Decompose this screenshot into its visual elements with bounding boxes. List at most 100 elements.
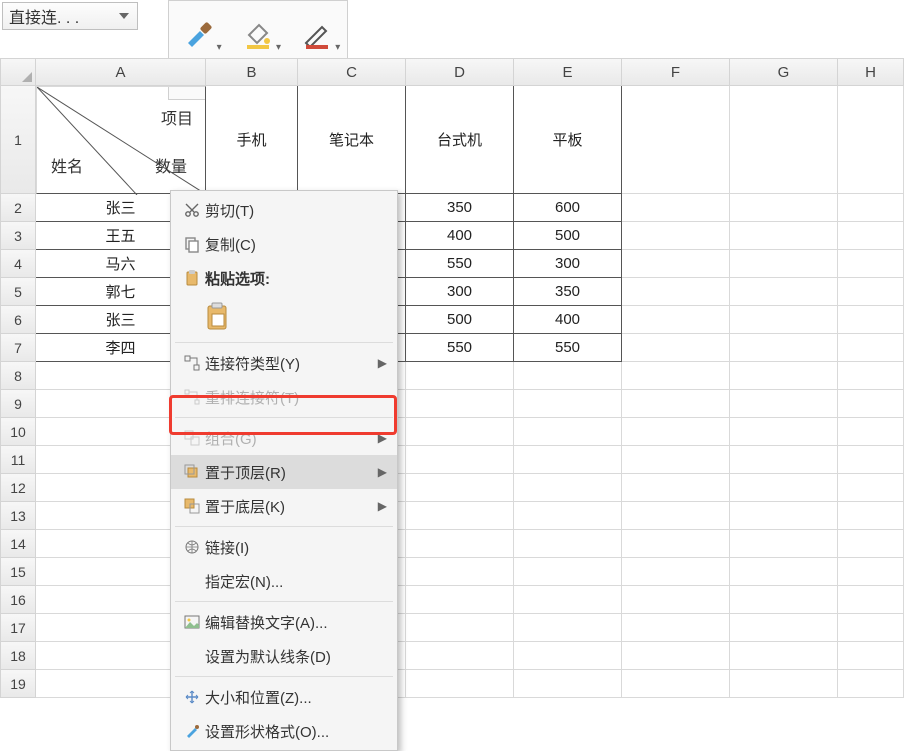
row-header[interactable]: 12 [0, 474, 36, 502]
cell[interactable]: 550 [514, 334, 622, 362]
cell[interactable] [838, 334, 904, 362]
col-header-C[interactable]: C [298, 58, 406, 86]
cell[interactable]: 300 [514, 250, 622, 278]
row-header[interactable]: 17 [0, 614, 36, 642]
cell[interactable] [622, 222, 730, 250]
cell[interactable] [622, 614, 730, 642]
cell[interactable] [622, 446, 730, 474]
cell[interactable] [622, 530, 730, 558]
menu-send-to-back[interactable]: 置于底层(K) ▶ [171, 489, 397, 523]
cell[interactable] [730, 670, 838, 698]
cell[interactable] [838, 642, 904, 670]
select-all-corner[interactable] [0, 58, 36, 86]
cell[interactable] [838, 222, 904, 250]
cell[interactable] [730, 86, 838, 194]
cell[interactable] [514, 390, 622, 418]
cell[interactable] [622, 334, 730, 362]
cell[interactable] [730, 530, 838, 558]
name-box-dropdown[interactable]: 直接连. . . [2, 2, 138, 30]
diagonal-header-cell[interactable]: 项目姓名数量 [36, 86, 206, 194]
cell[interactable] [838, 558, 904, 586]
cell[interactable] [730, 446, 838, 474]
cell[interactable] [730, 278, 838, 306]
row-header[interactable]: 18 [0, 642, 36, 670]
cell[interactable] [622, 474, 730, 502]
cell[interactable] [838, 502, 904, 530]
cell[interactable] [514, 642, 622, 670]
cell[interactable]: 台式机 [406, 86, 514, 194]
cell[interactable]: 400 [514, 306, 622, 334]
cell[interactable] [622, 418, 730, 446]
row-header[interactable]: 6 [0, 306, 36, 334]
cell[interactable] [838, 586, 904, 614]
cell[interactable] [730, 250, 838, 278]
cell[interactable] [406, 362, 514, 390]
row-header[interactable]: 19 [0, 670, 36, 698]
cell[interactable] [838, 418, 904, 446]
cell[interactable] [838, 670, 904, 698]
row-header[interactable]: 15 [0, 558, 36, 586]
cell[interactable] [730, 194, 838, 222]
cell[interactable] [406, 642, 514, 670]
cell[interactable] [406, 530, 514, 558]
cell[interactable] [514, 530, 622, 558]
cell[interactable] [514, 446, 622, 474]
cell[interactable] [622, 642, 730, 670]
cell[interactable] [838, 362, 904, 390]
menu-copy[interactable]: 复制(C) [171, 227, 397, 261]
cell[interactable] [514, 614, 622, 642]
cell[interactable] [838, 474, 904, 502]
cell[interactable] [838, 194, 904, 222]
cell[interactable]: 600 [514, 194, 622, 222]
cell[interactable] [838, 278, 904, 306]
cell[interactable] [406, 390, 514, 418]
cell[interactable] [514, 474, 622, 502]
cell[interactable] [730, 418, 838, 446]
cell[interactable] [622, 306, 730, 334]
menu-size-position[interactable]: 大小和位置(Z)... [171, 680, 397, 714]
menu-connector-type[interactable]: 连接符类型(Y) ▶ [171, 346, 397, 380]
cell[interactable]: 500 [514, 222, 622, 250]
cell[interactable] [730, 614, 838, 642]
row-header[interactable]: 8 [0, 362, 36, 390]
cell[interactable] [406, 474, 514, 502]
cell[interactable]: 手机 [206, 86, 298, 194]
cell[interactable] [730, 390, 838, 418]
cell[interactable]: 笔记本 [298, 86, 406, 194]
cell[interactable] [622, 362, 730, 390]
menu-assign-macro[interactable]: 指定宏(N)... [171, 564, 397, 598]
cell[interactable] [622, 558, 730, 586]
cell[interactable] [730, 334, 838, 362]
row-header[interactable]: 3 [0, 222, 36, 250]
menu-bring-to-front[interactable]: 置于顶层(R) ▶ [171, 455, 397, 489]
menu-default-line[interactable]: 设置为默认线条(D) [171, 639, 397, 673]
col-header-F[interactable]: F [622, 58, 730, 86]
cell[interactable] [406, 586, 514, 614]
row-header[interactable]: 14 [0, 530, 36, 558]
cell[interactable] [622, 502, 730, 530]
cell[interactable] [622, 194, 730, 222]
col-header-D[interactable]: D [406, 58, 514, 86]
menu-format-shape[interactable]: 设置形状格式(O)... [171, 714, 397, 748]
cell[interactable] [730, 642, 838, 670]
row-header[interactable]: 11 [0, 446, 36, 474]
cell[interactable] [730, 586, 838, 614]
cell[interactable] [730, 558, 838, 586]
row-header[interactable]: 1 [0, 86, 36, 194]
cell[interactable] [514, 418, 622, 446]
cell[interactable] [838, 306, 904, 334]
cell[interactable] [838, 390, 904, 418]
cell[interactable]: 350 [514, 278, 622, 306]
cell[interactable] [406, 670, 514, 698]
menu-cut[interactable]: 剪切(T) [171, 193, 397, 227]
cell[interactable] [406, 558, 514, 586]
cell[interactable] [838, 250, 904, 278]
row-header[interactable]: 13 [0, 502, 36, 530]
col-header-H[interactable]: H [838, 58, 904, 86]
col-header-G[interactable]: G [730, 58, 838, 86]
cell[interactable] [730, 474, 838, 502]
cell[interactable] [514, 670, 622, 698]
cell[interactable] [622, 586, 730, 614]
cell[interactable] [406, 446, 514, 474]
col-header-B[interactable]: B [206, 58, 298, 86]
